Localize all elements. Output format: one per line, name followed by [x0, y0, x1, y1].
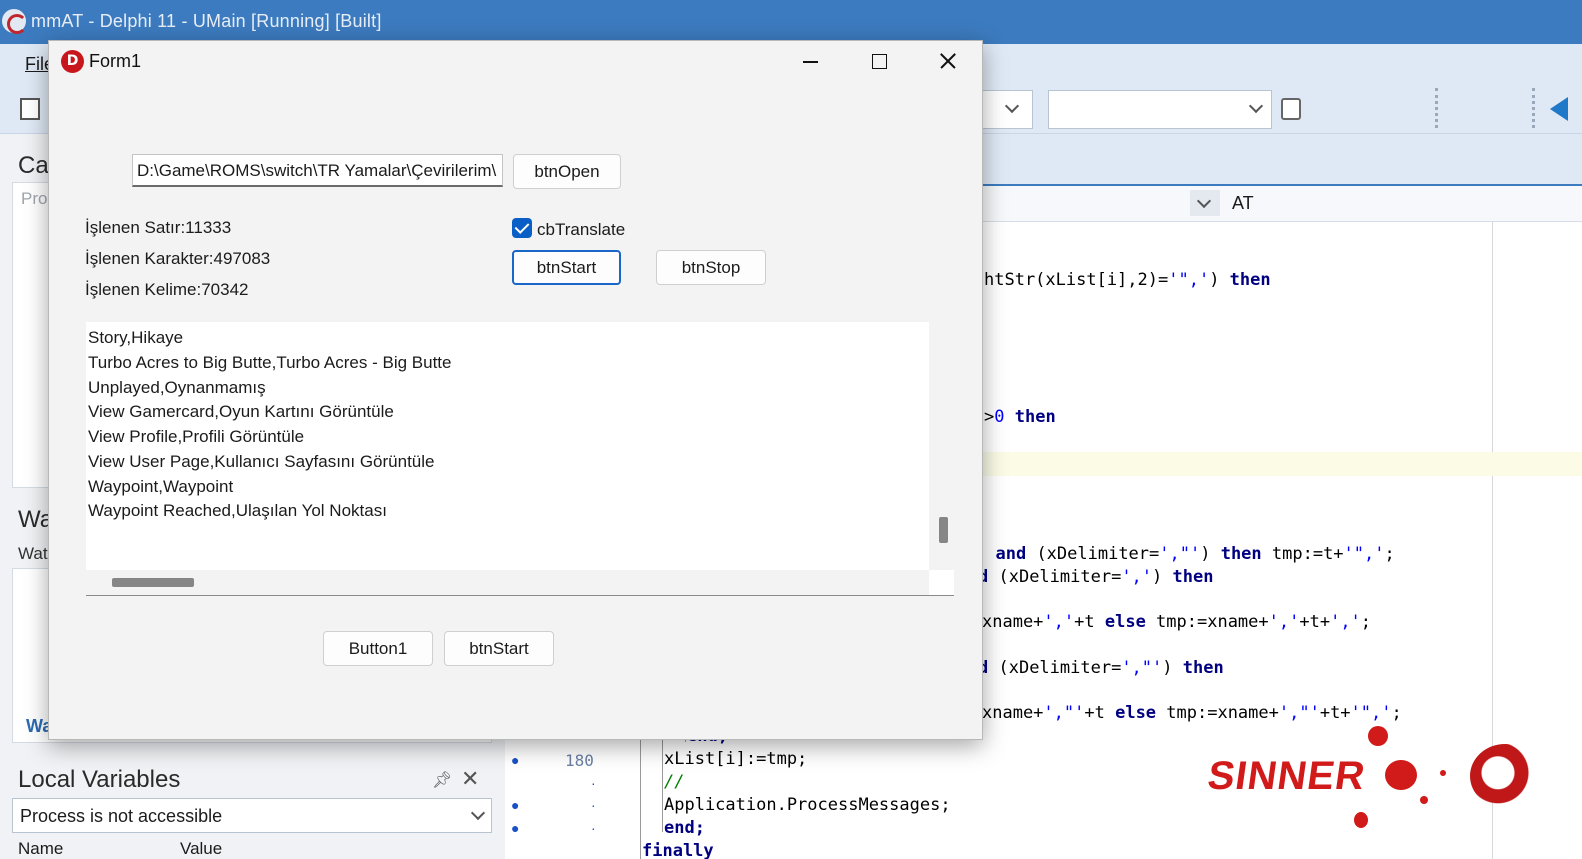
ide-title: mmAT - Delphi 11 - UMain [Running] [Buil…: [31, 11, 382, 31]
button1[interactable]: Button1: [323, 631, 433, 666]
code-line: Application.ProcessMessages;: [664, 795, 951, 815]
chevron-down-icon: [1196, 193, 1212, 209]
nav-method-value: AT: [1232, 193, 1254, 213]
toolbar-separator: [1532, 88, 1535, 128]
code-line: ) and (xDelimiter=',"') then tmp:=t+'",'…: [975, 544, 1395, 564]
chevron-down-icon: [1004, 98, 1020, 114]
memo-line: View Gamercard,Oyun Kartını Görüntüle: [88, 402, 394, 421]
horizontal-scrollbar[interactable]: [86, 570, 929, 595]
start-button[interactable]: btnStart: [512, 250, 621, 285]
code-line: //: [664, 772, 685, 792]
code-line: >0 then: [984, 407, 1056, 427]
refresh-icon[interactable]: [1281, 98, 1301, 120]
scrollbar-corner: [929, 570, 954, 595]
blood-splatter: [1420, 796, 1428, 804]
close-icon[interactable]: ✕: [461, 766, 479, 792]
line-dot: ·: [591, 820, 596, 836]
memo-line: View Profile,Profili Görüntüle: [88, 427, 305, 446]
translate-checkbox[interactable]: [512, 218, 532, 238]
delphi-logo-icon: [2, 9, 27, 34]
minimize-button[interactable]: [776, 41, 844, 81]
code-line: xname+','+t else tmp:=xname+','+t+',';: [982, 612, 1372, 632]
chevron-down-icon: [1248, 98, 1264, 114]
code-line: finally: [642, 841, 714, 859]
toolbar-separator: [1435, 88, 1438, 128]
watch-subtitle: Wat: [18, 544, 48, 563]
column-header-value[interactable]: Value: [180, 839, 222, 859]
code-line: d (xDelimiter=',') then: [978, 567, 1214, 587]
stop-button[interactable]: btnStop: [656, 250, 766, 285]
breakpoint-dot[interactable]: ●: [511, 797, 519, 813]
new-file-icon[interactable]: [20, 98, 40, 120]
output-memo[interactable]: Story,Hikaye Turbo Acres to Big Butte,Tu…: [86, 322, 954, 596]
editor-nav-bar: AT: [982, 186, 1582, 222]
back-arrow-icon[interactable]: [1550, 97, 1568, 121]
blood-splatter: [1354, 812, 1368, 828]
processed-words-label: İşlenen Kelime:70342: [85, 280, 249, 299]
memo-line: Waypoint Reached,Ulaşılan Yol Noktası: [88, 501, 387, 520]
processed-lines-label: İşlenen Satır:11333: [85, 218, 232, 237]
delphi-app-icon: D: [61, 50, 84, 73]
blood-splatter: [1385, 760, 1417, 790]
line-dot: ·: [591, 797, 596, 813]
processed-chars-label: İşlenen Karakter:497083: [85, 249, 271, 268]
ide-titlebar: mmAT - Delphi 11 - UMain [Running] [Buil…: [0, 0, 1582, 44]
maximize-button[interactable]: [844, 41, 912, 81]
corner-logo: [1470, 744, 1540, 808]
code-line: xname+',"'+t else tmp:=xname+',"'+t+'",'…: [982, 703, 1402, 723]
memo-line: View User Page,Kullanıcı Sayfasını Görün…: [88, 452, 435, 471]
column-header-name[interactable]: Name: [18, 839, 63, 859]
nav-dropdown-button[interactable]: [1190, 190, 1220, 216]
toolbar-combo-2[interactable]: [1048, 90, 1272, 129]
open-button[interactable]: btnOpen: [513, 154, 621, 189]
call-stack-panel: Pro: [12, 182, 52, 488]
code-line: xList[i]:=tmp;: [664, 749, 808, 769]
blood-splatter: [1368, 726, 1388, 746]
path-input[interactable]: D:\Game\ROMS\switch\TR Yamalar\Çeviriler…: [132, 154, 503, 187]
pin-icon[interactable]: 📌︎: [432, 770, 452, 790]
memo-line: Unplayed,Oynanmamış: [88, 378, 266, 397]
local-variables-title: Local Variables: [18, 766, 181, 793]
editor-tab-strip: [982, 134, 1582, 186]
current-line-highlight: [982, 452, 1582, 476]
line-number: 180: [565, 751, 594, 770]
process-status: Process is not accessible: [20, 806, 223, 826]
blood-splatter: [1440, 770, 1446, 776]
sinner-watermark: SINNER: [1204, 754, 1369, 798]
chevron-down-icon: [470, 805, 486, 821]
translate-checkbox-label[interactable]: cbTranslate: [537, 220, 625, 240]
code-line: end;: [664, 818, 705, 838]
horizontal-scrollbar-thumb[interactable]: [112, 578, 194, 587]
memo-line: Story,Hikaye: [88, 328, 184, 347]
process-combo[interactable]: Process is not accessible: [12, 798, 492, 833]
code-line: htStr(xList[i],2)='",') then: [984, 270, 1271, 290]
vertical-scrollbar[interactable]: [929, 322, 954, 570]
form1-window: D Form1 D:\Game\ROMS\switch\TR Yamalar\Ç…: [48, 40, 983, 740]
memo-line: Turbo Acres to Big Butte,Turbo Acres - B…: [88, 353, 452, 372]
close-button[interactable]: [913, 41, 981, 81]
line-dot: ·: [591, 775, 596, 791]
start-button-2[interactable]: btnStart: [444, 631, 554, 666]
memo-line: Waypoint,Waypoint: [88, 477, 234, 496]
vertical-scrollbar-thumb[interactable]: [939, 517, 948, 543]
toolbar-combo-1[interactable]: [975, 90, 1033, 129]
call-stack-placeholder: Pro: [21, 189, 48, 208]
breakpoint-dot[interactable]: ●: [511, 820, 519, 836]
breakpoint-dot[interactable]: ●: [511, 752, 519, 768]
code-line: d (xDelimiter=',"') then: [978, 658, 1224, 678]
form-title: Form1: [89, 51, 142, 71]
form-titlebar[interactable]: D Form1: [49, 41, 982, 81]
